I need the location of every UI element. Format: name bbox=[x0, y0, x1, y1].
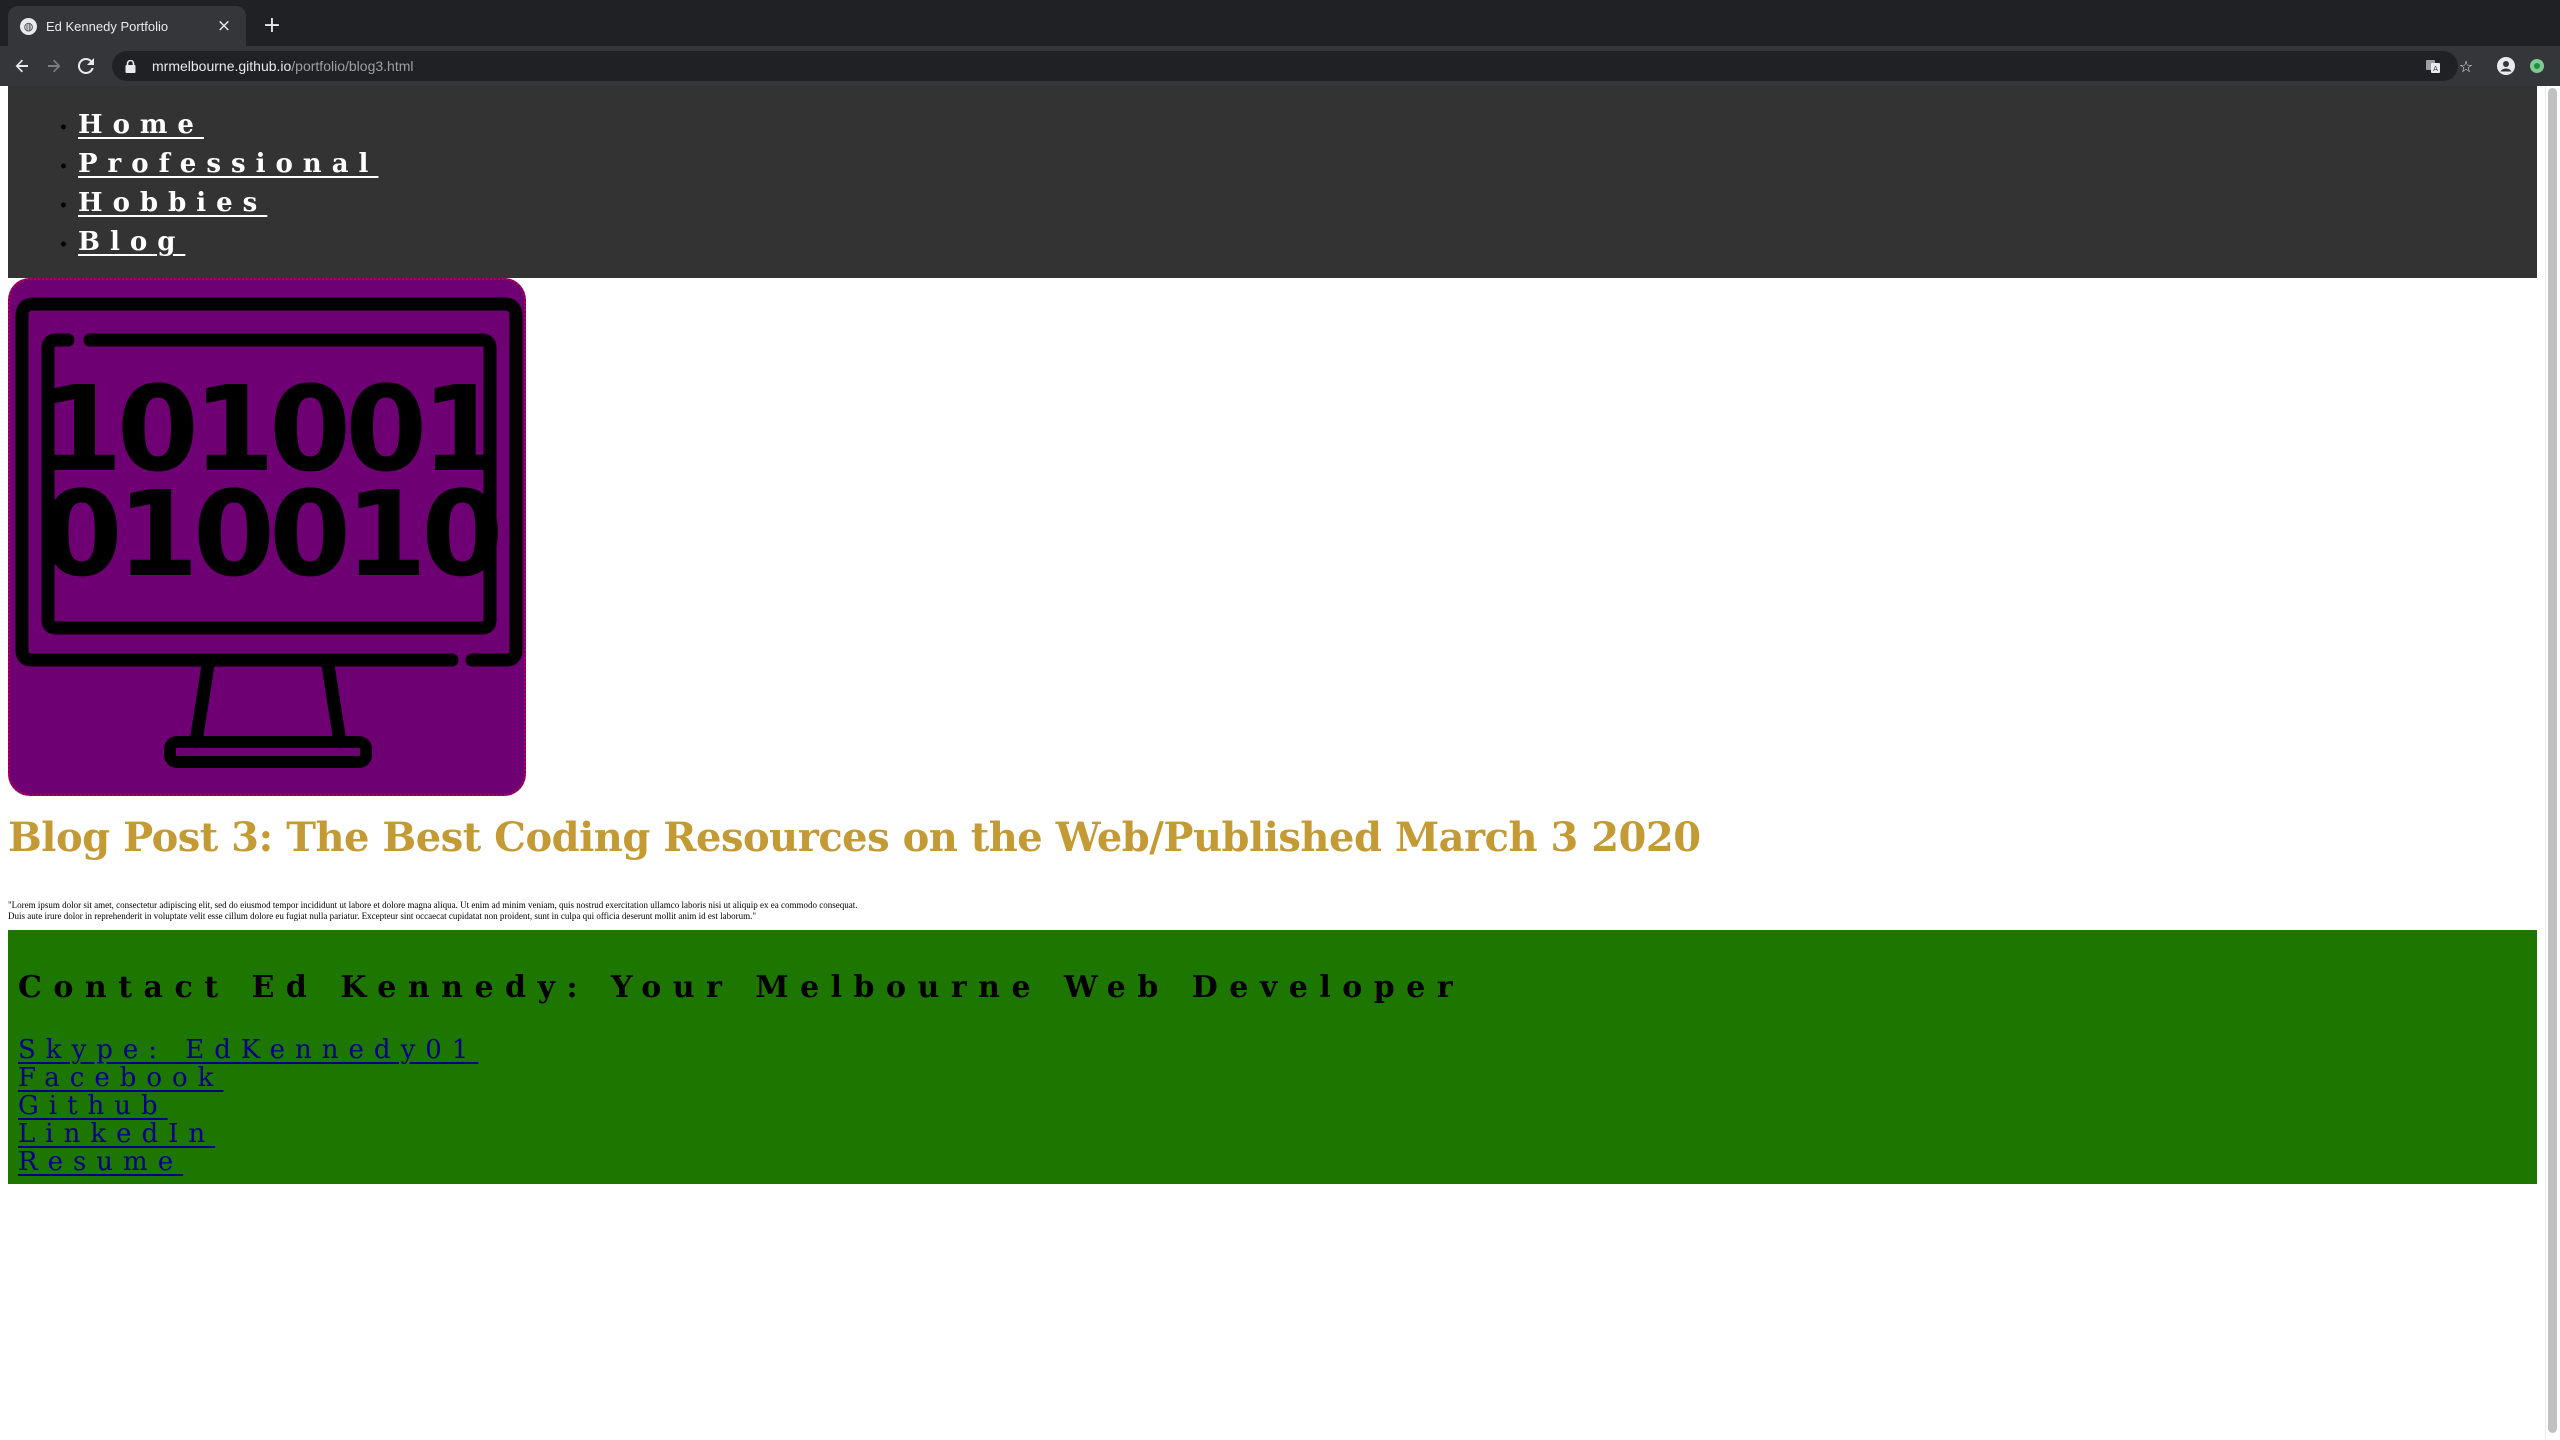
lock-icon[interactable] bbox=[122, 58, 138, 74]
hero-image: 101001 010010 bbox=[8, 278, 526, 796]
nav-item-home: Home bbox=[8, 106, 378, 150]
post-body: "Lorem ipsum dolor sit amet, consectetur… bbox=[8, 900, 1108, 922]
nav-item-blog: Blog bbox=[8, 223, 378, 267]
binary-line-2: 010010 bbox=[41, 465, 499, 603]
nav-link-blog[interactable]: Blog bbox=[78, 227, 185, 257]
nav-item-hobbies: Hobbies bbox=[8, 184, 378, 228]
profile-icon[interactable] bbox=[2494, 54, 2518, 78]
contact-link-skype[interactable]: Skype: EdKennedy01 bbox=[18, 1036, 478, 1064]
contact-link-github[interactable]: Github bbox=[18, 1092, 478, 1120]
contact-links: Skype: EdKennedy01 Facebook Github Linke… bbox=[18, 1036, 478, 1176]
url-host: mrmelbourne.github.io bbox=[152, 58, 292, 74]
contact-link-facebook[interactable]: Facebook bbox=[18, 1064, 478, 1092]
extension-icon[interactable] bbox=[2525, 54, 2549, 78]
page-viewport: Home Professional Hobbies Blog 101001 01… bbox=[0, 86, 2560, 1440]
nav-link-home[interactable]: Home bbox=[78, 110, 204, 140]
contact-link-linkedin[interactable]: LinkedIn bbox=[18, 1120, 478, 1148]
back-arrow-icon[interactable] bbox=[8, 52, 36, 80]
post-body-line: Duis aute irure dolor in reprehenderit i… bbox=[8, 911, 757, 921]
page-scrollbar[interactable] bbox=[2545, 86, 2560, 1440]
globe-icon: ◍ bbox=[20, 17, 37, 35]
computer-monitor-binary-icon: 101001 010010 bbox=[15, 297, 523, 768]
nav-link-professional[interactable]: Professional bbox=[78, 149, 378, 179]
close-icon[interactable]: × bbox=[214, 16, 234, 36]
tab-title: Ed Kennedy Portfolio bbox=[46, 18, 169, 34]
browser-toolbar: mrmelbourne.github.io/portfolio/blog3.ht… bbox=[0, 46, 2560, 86]
translate-icon[interactable]: A bbox=[2421, 54, 2445, 78]
nav-link-hobbies[interactable]: Hobbies bbox=[78, 188, 267, 218]
contact-section: Contact Ed Kennedy: Your Melbourne Web D… bbox=[8, 930, 2537, 1184]
contact-heading: Contact Ed Kennedy: Your Melbourne Web D… bbox=[18, 970, 1465, 1005]
site-nav: Home Professional Hobbies Blog bbox=[8, 86, 2537, 278]
scrollbar-thumb[interactable] bbox=[2548, 88, 2557, 1433]
nav-list: Home Professional Hobbies Blog bbox=[8, 106, 378, 267]
browser-tab[interactable]: ◍ Ed Kennedy Portfolio × bbox=[8, 6, 246, 46]
contact-link-resume[interactable]: Resume bbox=[18, 1148, 478, 1176]
address-bar[interactable]: mrmelbourne.github.io/portfolio/blog3.ht… bbox=[112, 51, 2458, 81]
forward-arrow-icon[interactable] bbox=[40, 52, 68, 80]
reload-icon[interactable] bbox=[72, 52, 100, 80]
plus-icon[interactable]: + bbox=[258, 11, 286, 39]
svg-text:A: A bbox=[2433, 65, 2438, 73]
post-title: Blog Post 3: The Best Coding Resources o… bbox=[8, 814, 1701, 861]
url-path: /portfolio/blog3.html bbox=[291, 58, 414, 74]
nav-item-professional: Professional bbox=[8, 145, 378, 189]
browser-tab-strip: ◍ Ed Kennedy Portfolio × + bbox=[0, 0, 2560, 46]
star-icon[interactable]: ☆ bbox=[2454, 54, 2478, 78]
post-body-line: "Lorem ipsum dolor sit amet, consectetur… bbox=[8, 900, 858, 910]
